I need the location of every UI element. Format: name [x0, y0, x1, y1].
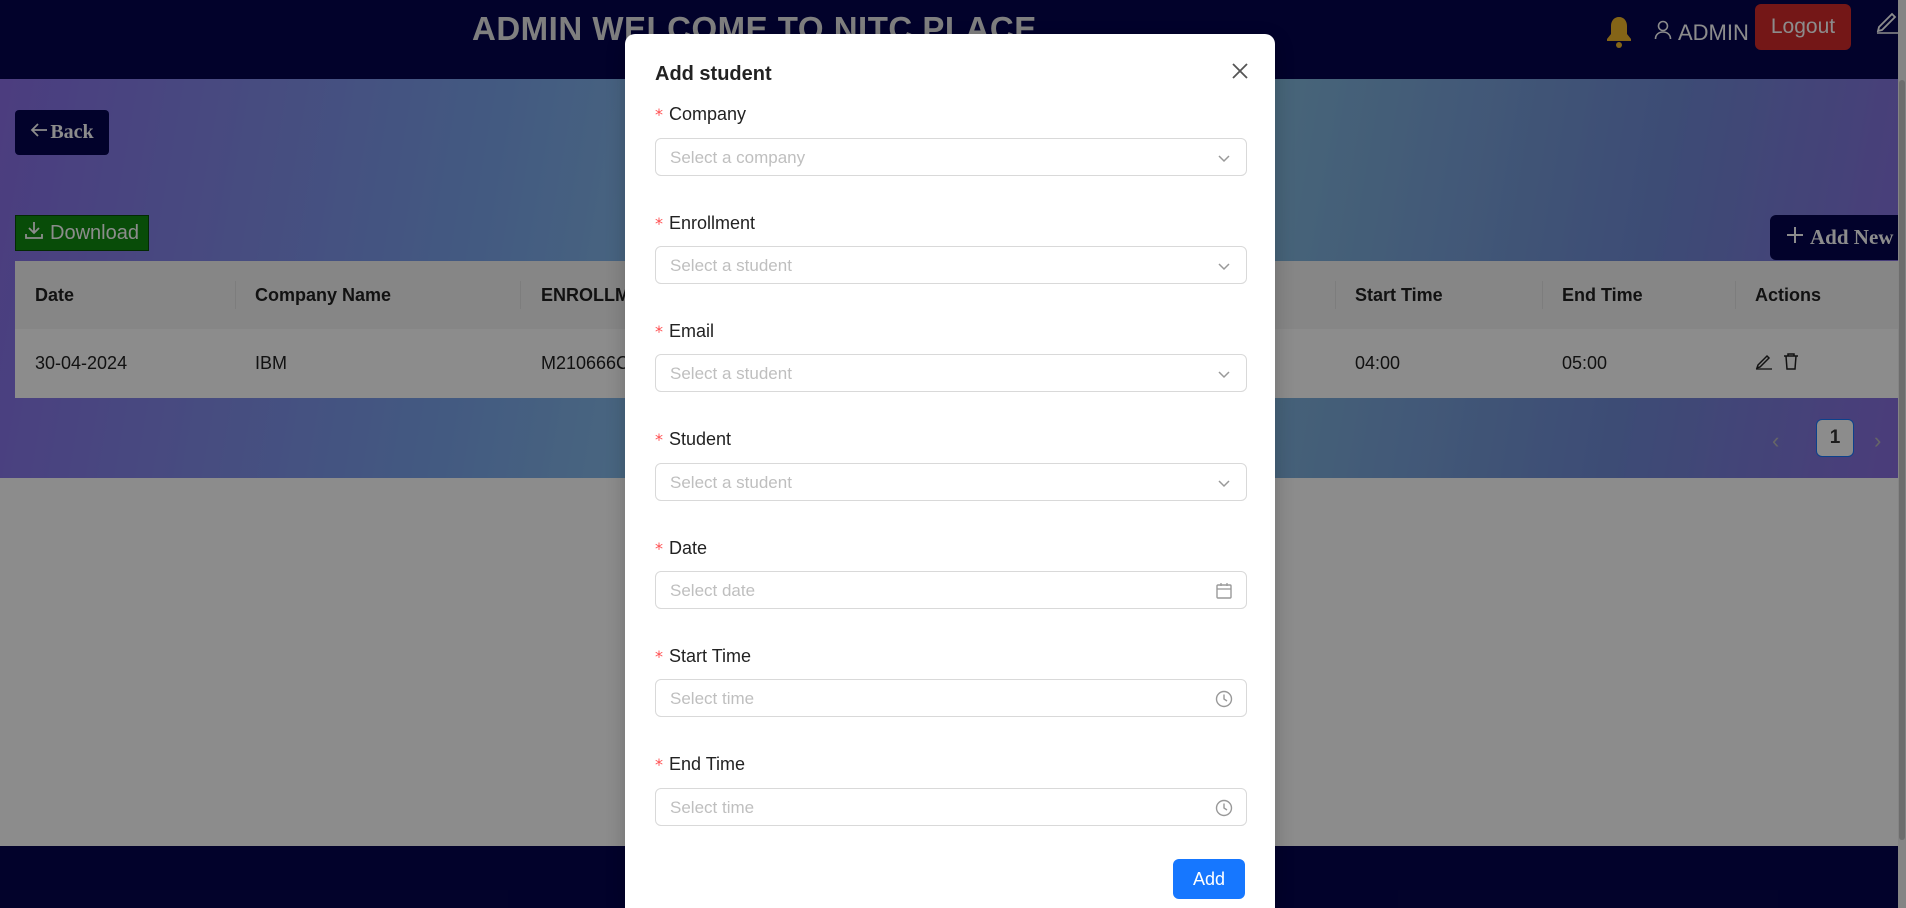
enrollment-label: * Enrollment: [655, 213, 756, 233]
chevron-down-icon: [1214, 473, 1234, 493]
chevron-down-icon: [1214, 148, 1234, 168]
start-time-label: * Start Time: [655, 646, 752, 666]
company-select[interactable]: Select a company: [655, 138, 1247, 176]
company-label: * Company: [655, 104, 747, 124]
chevron-down-icon: [1214, 364, 1234, 384]
email-select[interactable]: Select a student: [655, 354, 1247, 392]
close-icon[interactable]: [1227, 58, 1253, 84]
clock-icon: [1214, 798, 1234, 818]
calendar-icon: [1214, 581, 1234, 601]
modal-title: Add student: [655, 63, 772, 85]
chevron-down-icon: [1214, 256, 1234, 276]
end-time-picker[interactable]: Select time: [655, 788, 1247, 826]
add-student-modal: Add student * Company Select a company * E…: [625, 34, 1275, 908]
enrollment-select[interactable]: Select a student: [655, 246, 1247, 284]
clock-icon: [1214, 689, 1234, 709]
add-button[interactable]: Add: [1173, 859, 1245, 899]
date-picker[interactable]: Select date: [655, 571, 1247, 609]
start-time-picker[interactable]: Select time: [655, 679, 1247, 717]
end-time-label: * End Time: [655, 754, 746, 774]
student-label: * Student: [655, 429, 732, 449]
student-select[interactable]: Select a student: [655, 463, 1247, 501]
date-label: * Date: [655, 538, 708, 558]
email-label: * Email: [655, 321, 715, 341]
